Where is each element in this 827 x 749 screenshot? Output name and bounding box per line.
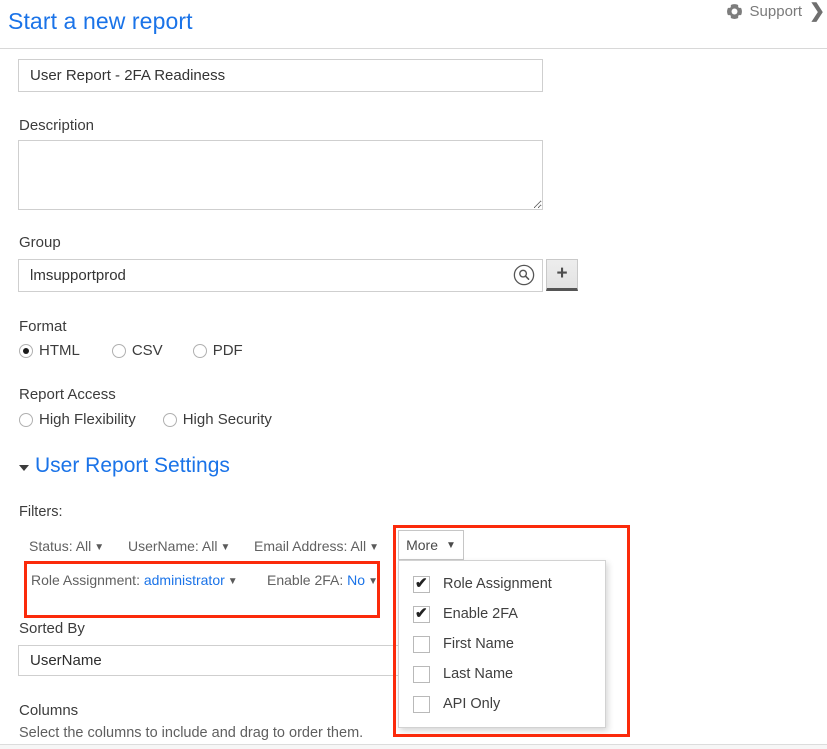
- access-option-high-flexibility[interactable]: High Flexibility: [19, 411, 136, 428]
- report-name-input[interactable]: [18, 59, 543, 92]
- dropdown-item-first-name[interactable]: First Name: [399, 629, 605, 659]
- access-option-label: High Flexibility: [39, 411, 136, 428]
- search-icon[interactable]: [513, 264, 535, 286]
- radio-indicator: [19, 343, 33, 358]
- filter-2fa-name: Enable 2FA: [267, 572, 340, 588]
- support-label: Support: [749, 3, 803, 20]
- format-option-pdf[interactable]: PDF: [192, 342, 243, 359]
- filter-status-name: Status: [29, 538, 69, 554]
- caret-down-icon: ▼: [227, 576, 238, 587]
- support-link[interactable]: Support ❯: [726, 2, 825, 21]
- format-option-html[interactable]: HTML: [19, 342, 80, 359]
- lifebuoy-icon: [726, 3, 743, 20]
- checkbox-icon[interactable]: [413, 574, 430, 594]
- filter-status-value: All: [75, 538, 92, 554]
- dropdown-item-enable-2fa[interactable]: Enable 2FA: [399, 599, 605, 629]
- format-option-label: HTML: [39, 342, 80, 359]
- dropdown-item-api-only[interactable]: API Only: [399, 689, 605, 719]
- filter-status[interactable]: Status: All ▼: [29, 538, 104, 554]
- columns-label: Columns: [19, 702, 79, 719]
- filter-email-address[interactable]: Email Address: All ▼: [254, 538, 379, 554]
- report-access-radio-group: High Flexibility High Security: [19, 411, 272, 428]
- caret-down-icon: ▼: [368, 576, 378, 587]
- format-option-csv[interactable]: CSV: [111, 342, 163, 359]
- filter-role-name: Role Assignment: [31, 572, 137, 588]
- bottom-strip: [0, 745, 827, 749]
- radio-indicator: [19, 412, 33, 427]
- filter-username-value: All: [201, 538, 218, 554]
- caret-down-icon: ▼: [220, 542, 231, 553]
- plus-icon: +: [556, 262, 568, 284]
- description-label: Description: [19, 117, 95, 134]
- dropdown-item-label: Last Name: [443, 666, 514, 682]
- section-title: User Report Settings: [35, 454, 230, 477]
- checkbox-icon[interactable]: [413, 695, 430, 713]
- filter-email-name: Email Address: [254, 538, 344, 554]
- radio-indicator: [192, 343, 207, 358]
- filter-2fa-value: No: [347, 572, 366, 588]
- checkbox-icon[interactable]: [413, 665, 430, 683]
- dropdown-item-role-assignment[interactable]: Role Assignment: [399, 569, 605, 599]
- caret-down-icon: ▼: [94, 542, 105, 553]
- sorted-by-label: Sorted By: [19, 620, 85, 637]
- radio-indicator: [162, 412, 177, 427]
- chevron-right-icon[interactable]: ❯: [809, 2, 825, 21]
- add-group-button[interactable]: +: [546, 259, 578, 291]
- caret-down-icon: [19, 465, 29, 471]
- radio-indicator: [111, 343, 126, 358]
- group-input[interactable]: [18, 259, 543, 292]
- filter-username[interactable]: UserName: All ▼: [128, 538, 230, 554]
- more-button-label: More: [406, 537, 438, 553]
- description-textarea[interactable]: [18, 140, 543, 210]
- dropdown-item-label: API Only: [443, 696, 501, 712]
- caret-down-icon: ▼: [446, 539, 456, 551]
- user-report-settings-section-header[interactable]: User Report Settings: [19, 454, 230, 478]
- report-builder-page: Start a new report Support ❯ Description…: [0, 0, 827, 749]
- filters-label: Filters:: [19, 504, 63, 520]
- columns-help-text: Select the columns to include and drag t…: [19, 725, 364, 741]
- annotation-box-filters: [24, 561, 380, 618]
- format-label: Format: [19, 318, 67, 335]
- filter-role-assignment[interactable]: Role Assignment: administrator ▼: [31, 572, 238, 588]
- access-option-high-security[interactable]: High Security: [162, 411, 272, 428]
- filter-enable-2fa[interactable]: Enable 2FA: No ▼: [267, 572, 378, 588]
- report-access-label: Report Access: [19, 386, 116, 403]
- format-option-label: PDF: [212, 342, 243, 359]
- checkbox-icon[interactable]: [413, 635, 430, 653]
- page-title: Start a new report: [8, 8, 193, 34]
- caret-down-icon: ▼: [369, 542, 379, 553]
- format-radio-group: HTML CSV PDF: [19, 342, 243, 359]
- group-label: Group: [19, 234, 61, 251]
- dropdown-item-label: First Name: [443, 636, 514, 652]
- header-divider: [0, 48, 827, 49]
- filter-email-value: All: [350, 538, 367, 554]
- dropdown-item-label: Enable 2FA: [443, 606, 518, 622]
- checkbox-icon[interactable]: [413, 604, 430, 624]
- filter-username-name: UserName: [128, 538, 195, 554]
- more-filters-dropdown[interactable]: Role Assignment Enable 2FA First Name La…: [398, 560, 606, 728]
- access-option-label: High Security: [182, 411, 272, 428]
- dropdown-item-last-name[interactable]: Last Name: [399, 659, 605, 689]
- filter-role-value: administrator: [143, 572, 225, 588]
- more-filters-button[interactable]: More ▼: [398, 530, 464, 560]
- dropdown-item-label: Role Assignment: [443, 576, 552, 592]
- format-option-label: CSV: [131, 342, 163, 359]
